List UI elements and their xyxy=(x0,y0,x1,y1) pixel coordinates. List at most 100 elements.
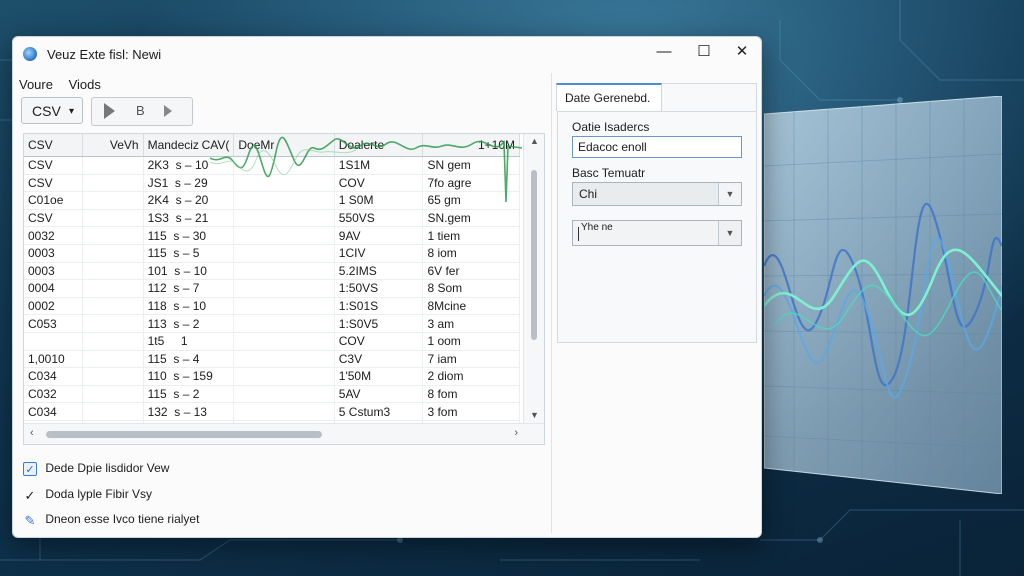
option-row[interactable]: ✓ Doda lyple Fibir Vsy xyxy=(23,487,153,503)
table-cell: 8Mcine xyxy=(422,297,520,316)
horizontal-scroll-thumb[interactable] xyxy=(46,431,322,438)
table-cell xyxy=(82,350,144,369)
table-cell xyxy=(82,402,144,421)
text-field[interactable]: Edacoc enoll xyxy=(572,136,742,158)
table-cell: 115 s – 30 xyxy=(143,226,235,245)
table-row[interactable]: C01oe 2K4 s – 20 1 S0M 65 gm xyxy=(24,191,520,210)
option-label: Dede Dpie lisdidor Vew xyxy=(45,461,170,475)
table-cell: 1 S0M xyxy=(334,191,424,210)
table-cell xyxy=(233,402,335,421)
table-cell xyxy=(233,244,335,263)
properties-panel: Date Gerenebd. Oatie Isadercs Edacoc eno… xyxy=(556,83,757,343)
format-dropdown[interactable]: CSV ▾ xyxy=(21,97,83,124)
table-cell: 3 am xyxy=(422,314,520,333)
table-cell xyxy=(233,191,335,210)
table-cell xyxy=(82,156,144,175)
playback-controls: B xyxy=(91,97,193,126)
chevron-down-icon: ▾ xyxy=(68,106,74,117)
minimize-button[interactable]: — xyxy=(649,41,679,63)
table-cell: 110 s – 159 xyxy=(143,367,235,386)
column-header[interactable]: Mandeciz CAV( xyxy=(143,134,235,157)
next-icon[interactable] xyxy=(164,105,172,117)
table-cell: 8 Som xyxy=(422,279,520,298)
play-icon[interactable] xyxy=(104,103,115,119)
table-row[interactable]: 0004 112 s – 7 1:50VS 8 Som xyxy=(24,279,520,298)
field-label: Oatie Isadercs xyxy=(572,120,650,134)
table-cell: 132 s – 13 xyxy=(143,402,235,421)
table-cell: 550VS xyxy=(334,209,424,228)
table-cell xyxy=(233,367,335,386)
b-button[interactable]: B xyxy=(136,103,145,118)
table-cell: C053 xyxy=(24,314,83,333)
table-cell: 1:50VS xyxy=(334,279,424,298)
table-cell: 1t5 1 xyxy=(143,332,235,351)
table-cell: 1:S0V5 xyxy=(334,314,424,333)
menu-item-voure[interactable]: Voure xyxy=(19,77,53,92)
scroll-left-icon[interactable]: ‹ xyxy=(30,427,34,439)
table-cell xyxy=(24,332,83,351)
table-cell xyxy=(82,262,144,281)
table-cell: 113 s – 2 xyxy=(143,314,235,333)
table-cell: 1'50M xyxy=(334,367,424,386)
column-header[interactable]: CSV xyxy=(24,134,83,157)
vertical-scrollbar[interactable]: ▲ ▼ xyxy=(523,134,544,424)
table-row[interactable]: 0032 115 s – 30 9AV 1 tiem xyxy=(24,226,520,245)
select-field-2[interactable]: Yhe ne ▼ xyxy=(572,220,742,246)
table-row[interactable]: 0003 101 s – 10 5.2IMS 6V fer xyxy=(24,262,520,281)
table-cell: 0004 xyxy=(24,279,83,298)
table-cell xyxy=(233,332,335,351)
chevron-down-icon[interactable]: ▼ xyxy=(718,183,741,205)
table-row[interactable]: 0002 118 s – 10 1:S01S 8Mcine xyxy=(24,297,520,316)
table-cell: 7fo agre xyxy=(422,174,520,193)
table-cell xyxy=(82,191,144,210)
table-row[interactable]: CSV 1S3 s – 21 550VS SN.gem xyxy=(24,209,520,228)
table-cell xyxy=(82,209,144,228)
text-cursor xyxy=(578,227,579,241)
checkbox-checked-icon[interactable]: ✓ xyxy=(23,461,37,476)
table-cell: 8 fom xyxy=(422,385,520,404)
table-row[interactable]: 1,0010 115 s – 4 C3V 7 iam xyxy=(24,350,520,369)
column-header[interactable]: 1+10M xyxy=(422,134,520,157)
table-cell: 1 oom xyxy=(422,332,520,351)
chevron-down-icon[interactable]: ▼ xyxy=(718,221,741,245)
vertical-scroll-thumb[interactable] xyxy=(531,170,537,340)
table-row[interactable]: CSV JS1 s – 29 COV 7fo agre xyxy=(24,174,520,193)
table-row[interactable]: 1t5 1 COV 1 oom xyxy=(24,332,520,351)
maximize-button[interactable]: ☐ xyxy=(689,41,719,63)
scroll-down-icon[interactable]: ▼ xyxy=(530,410,539,420)
menu-item-viods[interactable]: Viods xyxy=(69,77,101,92)
table-row[interactable]: C034 110 s – 159 1'50M 2 diom xyxy=(24,367,520,386)
table-cell: C01oe xyxy=(24,191,83,210)
table-cell: 1:S01S xyxy=(334,297,424,316)
table-row[interactable]: C053 113 s – 2 1:S0V5 3 am xyxy=(24,314,520,333)
close-button[interactable]: ✕ xyxy=(727,41,757,63)
table-cell xyxy=(82,174,144,193)
table-cell: 0003 xyxy=(24,262,83,281)
table-cell: CSV xyxy=(24,174,83,193)
data-grid: CSV VeVh Mandeciz CAV( DoeMr Doalerte 1+1… xyxy=(23,133,545,445)
column-header[interactable]: VeVh xyxy=(82,134,144,157)
option-row[interactable]: ✎ Dneon esse Ivco tiene rialyet xyxy=(23,512,200,528)
select-field[interactable]: Chi ▼ xyxy=(572,182,742,206)
table-cell xyxy=(233,314,335,333)
table-cell xyxy=(233,279,335,298)
table-row[interactable]: C034 132 s – 13 5 Cstum3 3 fom xyxy=(24,402,520,421)
table-cell: 5AV xyxy=(334,385,424,404)
scroll-right-icon[interactable]: › xyxy=(514,427,518,439)
tab-strip-divider xyxy=(558,111,756,112)
column-header[interactable]: DoeMr xyxy=(233,134,335,157)
table-row[interactable]: 0003 115 s – 5 1CIV 8 iom xyxy=(24,244,520,263)
table-cell: COV xyxy=(334,332,424,351)
title-bar[interactable]: Veuz Exte fisl: Newi — ☐ ✕ xyxy=(13,37,761,69)
table-cell: SN.gem xyxy=(422,209,520,228)
column-header[interactable]: Doalerte xyxy=(334,134,424,157)
scroll-up-icon[interactable]: ▲ xyxy=(530,136,539,146)
pane-divider[interactable] xyxy=(551,73,552,533)
table-cell: COV xyxy=(334,174,424,193)
tab-date-generated[interactable]: Date Gerenebd. xyxy=(556,83,662,111)
table-row[interactable]: C032 115 s – 2 5AV 8 fom xyxy=(24,385,520,404)
option-row[interactable]: ✓ Dede Dpie lisdidor Vew xyxy=(23,461,169,476)
horizontal-scrollbar[interactable]: ‹ › xyxy=(24,423,544,444)
option-label: Dneon esse Ivco tiene rialyet xyxy=(45,512,200,526)
table-row[interactable]: CSV 2K3 s – 10 1S1M SN gem xyxy=(24,156,520,175)
